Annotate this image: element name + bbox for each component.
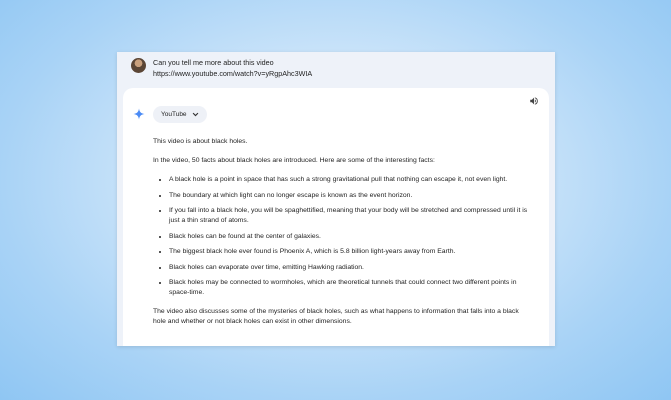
- list-item: If you fall into a black hole, you will …: [169, 206, 531, 226]
- list-item: Black holes can evaporate over time, emi…: [169, 263, 531, 273]
- list-item: Black holes may be connected to wormhole…: [169, 278, 531, 298]
- response-panel: YouTube This video is about black holes.…: [123, 88, 549, 346]
- user-prompt: Can you tell me more about this video ht…: [131, 57, 545, 85]
- prompt-url: https://www.youtube.com/watch?v=yRgpAhc3…: [153, 68, 313, 78]
- speaker-icon[interactable]: [529, 96, 539, 106]
- chip-label: YouTube: [161, 111, 187, 118]
- response-lead: In the video, 50 facts about black holes…: [153, 157, 435, 164]
- prompt-line: Can you tell me more about this video: [153, 58, 274, 67]
- list-item: The boundary at which light can no longe…: [169, 191, 531, 201]
- response-closing: The video also discusses some of the mys…: [153, 308, 519, 325]
- response-text: This video is about black holes. In the …: [153, 137, 531, 327]
- user-prompt-text: Can you tell me more about this video ht…: [153, 58, 312, 79]
- gemini-spark-icon: [133, 108, 145, 120]
- response-intro: This video is about black holes.: [153, 138, 248, 145]
- list-item: Black holes can be found at the center o…: [169, 232, 531, 242]
- facts-list: A black hole is a point in space that ha…: [153, 175, 531, 298]
- list-item: The biggest black hole ever found is Pho…: [169, 247, 531, 257]
- avatar[interactable]: [131, 58, 146, 73]
- chat-card: Can you tell me more about this video ht…: [117, 52, 555, 346]
- youtube-chip[interactable]: YouTube: [153, 106, 207, 123]
- chevron-down-icon: [192, 112, 198, 117]
- list-item: A black hole is a point in space that ha…: [169, 175, 531, 185]
